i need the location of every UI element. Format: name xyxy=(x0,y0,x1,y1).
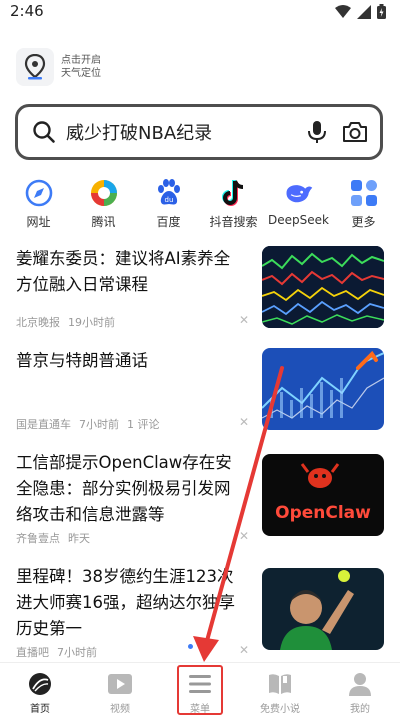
news-title[interactable]: 普京与特朗普通话 xyxy=(16,348,246,374)
news-source: 齐鲁壹点 xyxy=(16,532,60,545)
search-input[interactable]: 威少打破NBA纪录 xyxy=(66,119,306,145)
weather-widget[interactable]: 点击开启 天气定位 xyxy=(16,48,101,86)
news-source: 国是直通车 xyxy=(16,418,71,431)
home-icon xyxy=(27,671,53,697)
shortcut-label: 腾讯 xyxy=(91,215,116,229)
news-thumbnail[interactable] xyxy=(262,348,384,430)
svg-text:du: du xyxy=(164,196,173,204)
search-icon xyxy=(33,121,55,143)
nav-label: 首页 xyxy=(30,704,50,715)
shortcut-label: DeepSeek xyxy=(268,213,329,227)
news-item[interactable]: 姜耀东委员：建议将AI素养全方位融入日常课程 北京晚报 19小时前 ✕ xyxy=(16,246,386,336)
shortcut-item[interactable]: DeepSeek xyxy=(266,178,331,230)
deepseek-icon xyxy=(284,178,314,208)
shortcut-item[interactable]: 抖音搜索 xyxy=(201,178,266,230)
search-box[interactable]: 威少打破NBA纪录 xyxy=(15,104,383,160)
shortcut-label: 网址 xyxy=(26,215,51,229)
news-thumbnail[interactable] xyxy=(262,246,384,328)
news-thumbnail[interactable] xyxy=(262,568,384,650)
wifi-icon xyxy=(335,4,351,18)
shortcut-label: 抖音搜索 xyxy=(209,215,258,229)
profile-icon xyxy=(347,671,373,697)
news-meta: 齐鲁壹点 昨天 xyxy=(16,530,98,546)
news-title[interactable]: 姜耀东委员：建议将AI素养全方位融入日常课程 xyxy=(16,246,246,298)
news-source: 北京晚报 xyxy=(16,316,60,329)
video-icon xyxy=(107,671,133,697)
weather-line2: 天气定位 xyxy=(61,68,101,79)
news-meta: 国是直通车 7小时前 1 评论 xyxy=(16,416,168,432)
news-item[interactable]: 工信部提示OpenClaw存在安全隐患：部分实例极易引发网络攻击和信息泄露等 齐… xyxy=(16,450,386,550)
weather-line1: 点击开启 xyxy=(61,55,101,66)
compass-icon xyxy=(24,178,54,208)
shortcut-item[interactable]: du 百度 xyxy=(136,178,201,230)
loading-dot xyxy=(188,644,193,649)
news-comments: 1 评论 xyxy=(127,418,160,431)
news-item[interactable]: 里程碑！38岁德约生涯123次进大师赛16强，超纳达尔独享历史第一 直播吧 7小时… xyxy=(16,564,386,664)
weather-prompt: 点击开启 天气定位 xyxy=(61,54,101,80)
news-time: 昨天 xyxy=(68,532,90,545)
location-pin-icon xyxy=(16,48,54,86)
menu-highlight-box xyxy=(177,665,223,715)
shortcut-label: 百度 xyxy=(156,215,181,229)
nav-profile[interactable]: 我的 xyxy=(320,663,400,716)
openclaw-logo-text: OpenClaw xyxy=(275,503,371,523)
nav-label: 我的 xyxy=(350,704,370,715)
dismiss-icon[interactable]: ✕ xyxy=(239,529,249,543)
baidu-icon: du xyxy=(154,178,184,208)
status-time: 2:46 xyxy=(10,2,44,20)
news-time: 7小时前 xyxy=(57,646,97,659)
news-time: 7小时前 xyxy=(79,418,119,431)
shortcut-item[interactable]: 腾讯 xyxy=(71,178,136,230)
news-time: 19小时前 xyxy=(68,316,115,329)
news-title[interactable]: 工信部提示OpenClaw存在安全隐患：部分实例极易引发网络攻击和信息泄露等 xyxy=(16,450,246,528)
camera-icon[interactable] xyxy=(342,120,368,144)
shortcut-item[interactable]: 网址 xyxy=(6,178,71,230)
shortcut-item[interactable]: 更多 xyxy=(331,178,396,230)
dismiss-icon[interactable]: ✕ xyxy=(239,643,249,657)
news-meta: 直播吧 7小时前 xyxy=(16,644,105,660)
nav-label: 视频 xyxy=(110,704,130,715)
nav-label: 免费小说 xyxy=(260,704,300,715)
status-icons xyxy=(335,4,386,19)
shortcut-label: 更多 xyxy=(351,215,376,229)
microphone-icon[interactable] xyxy=(306,120,328,144)
shortcut-row: 网址 腾讯 du 百度 抖音搜索 DeepSeek 更多 xyxy=(6,178,396,230)
signal-icon xyxy=(357,4,371,19)
status-bar: 2:46 xyxy=(0,0,400,24)
book-icon xyxy=(267,671,293,697)
dismiss-icon[interactable]: ✕ xyxy=(239,313,249,327)
news-title[interactable]: 里程碑！38岁德约生涯123次进大师赛16强，超纳达尔独享历史第一 xyxy=(16,564,246,642)
nav-video[interactable]: 视频 xyxy=(80,663,160,716)
nav-home[interactable]: 首页 xyxy=(0,663,80,716)
news-meta: 北京晚报 19小时前 xyxy=(16,314,123,330)
more-grid-icon xyxy=(349,178,379,208)
douyin-icon xyxy=(219,178,249,208)
dismiss-icon[interactable]: ✕ xyxy=(239,415,249,429)
nav-novel[interactable]: 免费小说 xyxy=(240,663,320,716)
news-item[interactable]: 普京与特朗普通话 国是直通车 7小时前 1 评论 ✕ xyxy=(16,348,386,438)
battery-icon xyxy=(377,4,386,19)
news-thumbnail[interactable]: OpenClaw xyxy=(262,454,384,536)
tencent-icon xyxy=(89,178,119,208)
news-source: 直播吧 xyxy=(16,646,49,659)
